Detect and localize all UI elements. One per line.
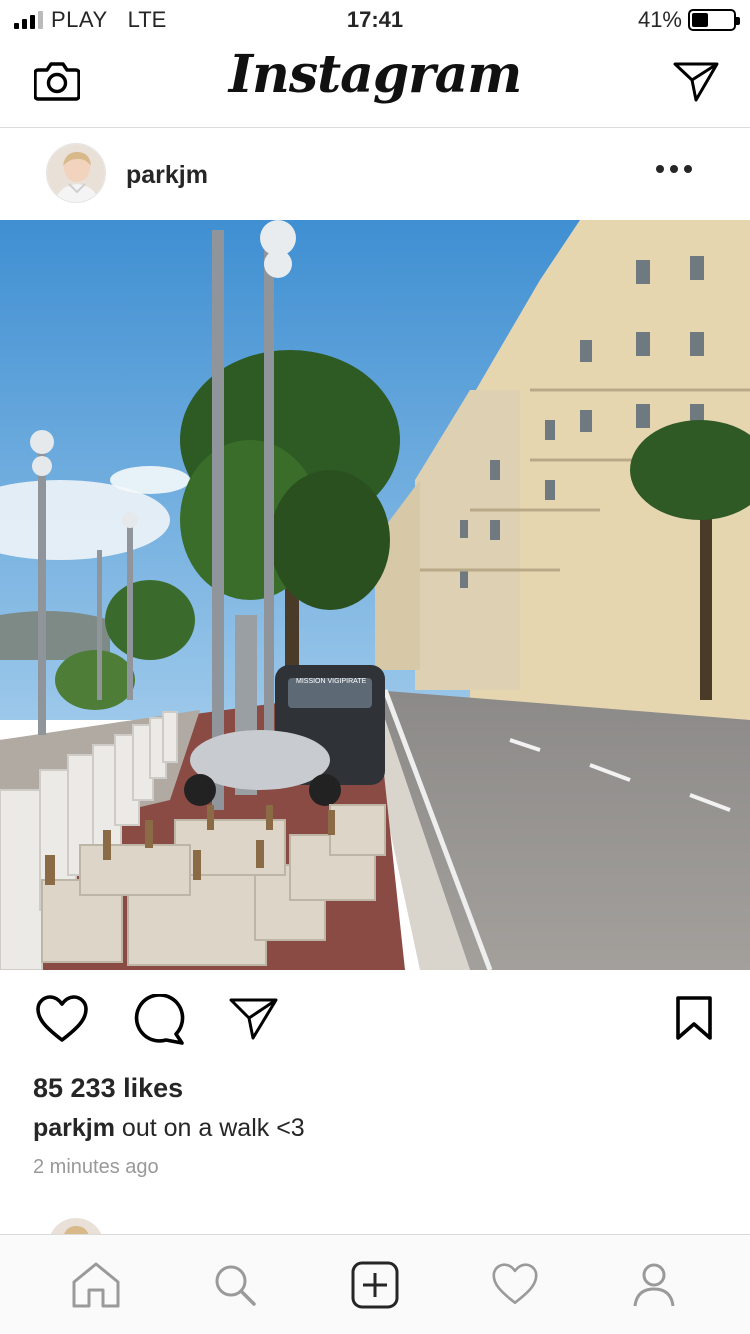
more-icon	[656, 165, 692, 173]
new-post-icon	[351, 1261, 399, 1308]
heart-icon	[36, 995, 88, 1042]
battery-icon	[688, 9, 740, 31]
tab-profile[interactable]	[624, 1255, 684, 1315]
search-icon	[215, 1265, 257, 1306]
tab-search[interactable]	[205, 1255, 265, 1315]
status-right: 41%	[637, 7, 740, 33]
carrier-name: PLAY	[51, 7, 108, 32]
battery-percent: 41%	[637, 7, 682, 32]
status-bar: PLAY LTE 17:41 41%	[0, 0, 750, 40]
signal-strength-icon	[14, 11, 43, 29]
post-photo[interactable]: MISSION VIGIPIRATE	[0, 220, 750, 970]
avatar-image	[47, 144, 105, 202]
app-header: Instagram	[0, 40, 750, 128]
tab-home[interactable]	[66, 1255, 126, 1315]
caption: parkjm out on a walk <3	[33, 1114, 305, 1143]
more-options-button[interactable]	[656, 165, 692, 173]
profile-icon	[633, 1263, 675, 1306]
street-photo: MISSION VIGIPIRATE	[0, 220, 750, 970]
caption-username[interactable]: parkjm	[33, 1114, 115, 1142]
share-icon	[229, 998, 278, 1040]
status-left: PLAY LTE	[14, 7, 166, 33]
direct-message-icon	[673, 62, 719, 102]
post-header: parkjm	[0, 129, 750, 219]
app-logo: Instagram	[228, 44, 523, 105]
like-count[interactable]: 85 233 likes	[33, 1073, 183, 1104]
avatar[interactable]	[46, 143, 106, 203]
like-button[interactable]	[35, 994, 89, 1046]
post-username[interactable]: parkjm	[126, 161, 208, 190]
direct-message-button[interactable]	[672, 60, 720, 104]
bookmark-icon	[676, 996, 712, 1040]
save-button[interactable]	[674, 994, 714, 1046]
comment-button[interactable]	[132, 993, 186, 1046]
tab-activity[interactable]	[485, 1255, 545, 1315]
home-icon	[72, 1262, 120, 1307]
post-actions	[0, 970, 750, 1070]
post-timestamp: 2 minutes ago	[33, 1156, 159, 1178]
bottom-tab-bar	[0, 1234, 750, 1334]
caption-text: out on a walk <3	[114, 1114, 305, 1142]
network-type: LTE	[127, 7, 167, 32]
comment-icon	[134, 993, 185, 1045]
tab-new-post[interactable]	[345, 1255, 405, 1315]
share-button[interactable]	[228, 994, 282, 1046]
svg-text:MISSION VIGIPIRATE: MISSION VIGIPIRATE	[296, 678, 367, 685]
activity-heart-icon	[492, 1262, 538, 1304]
